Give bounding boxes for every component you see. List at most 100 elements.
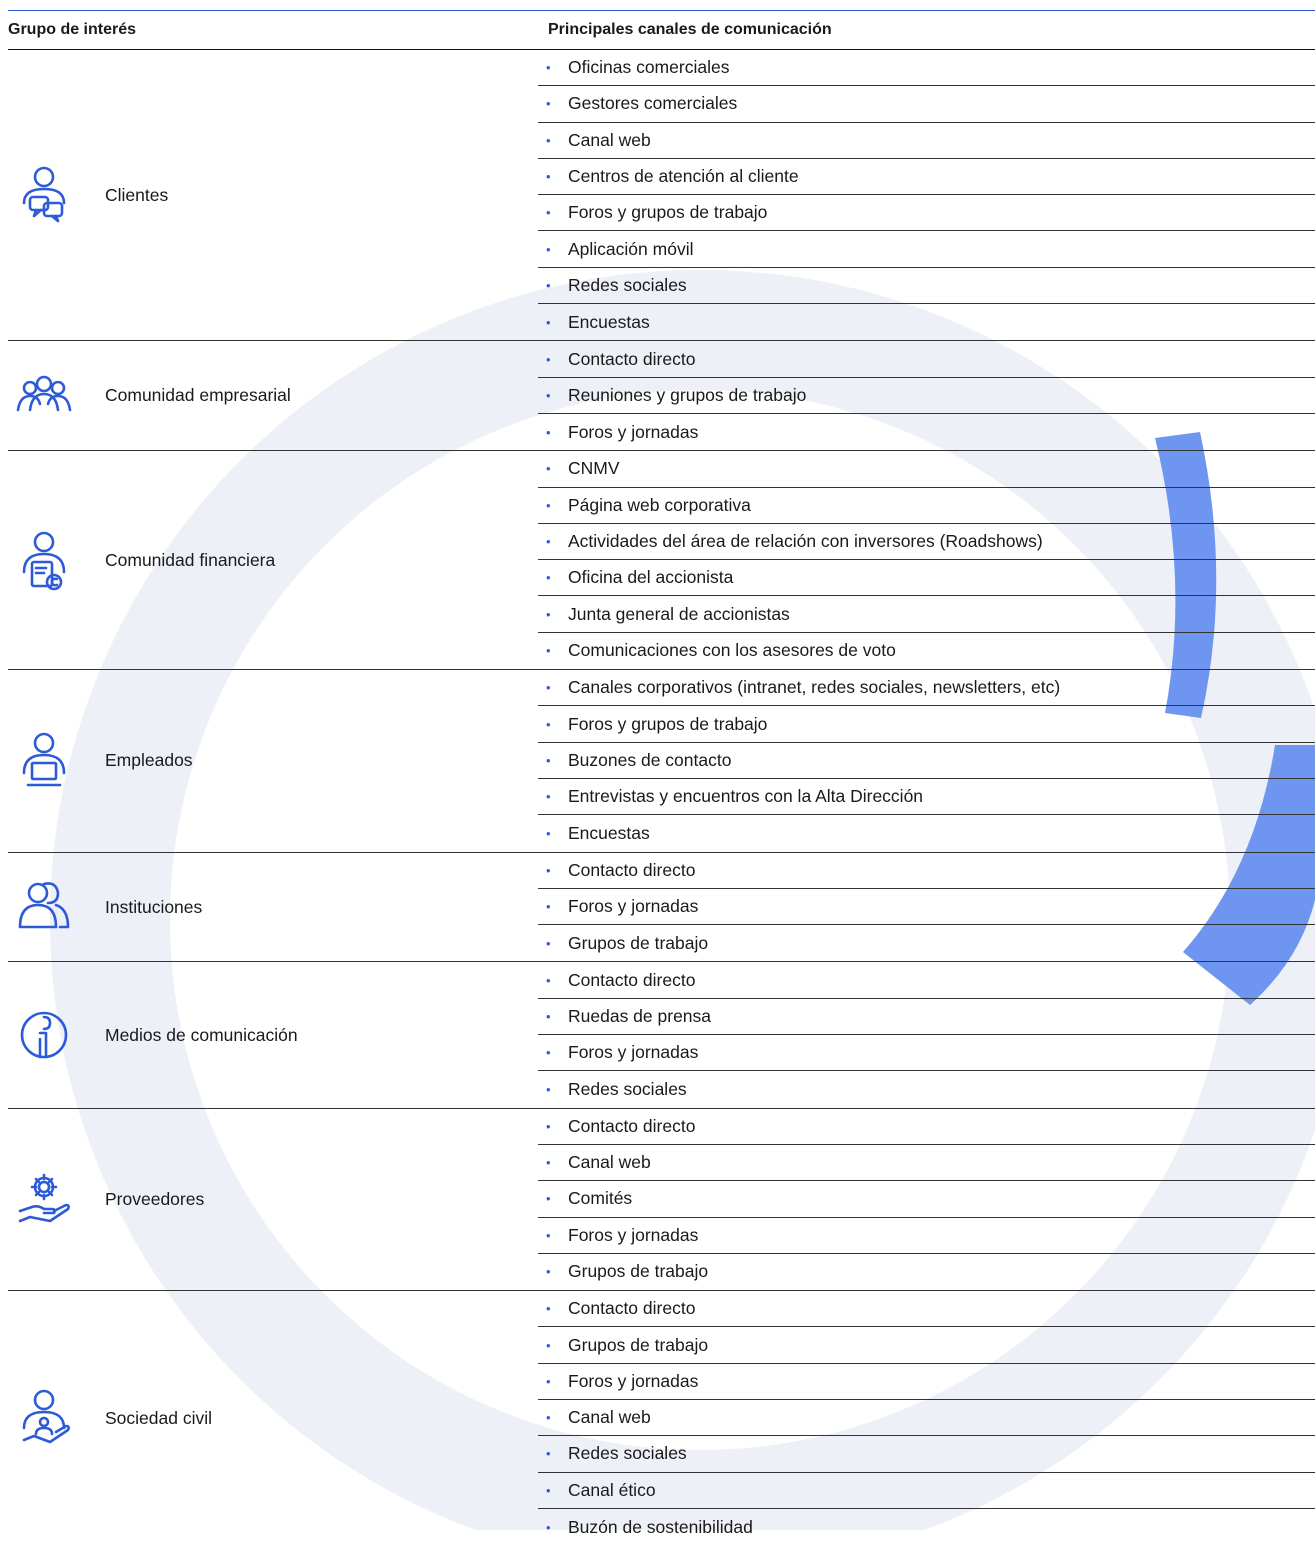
channel-item: • Canal web (538, 1145, 1315, 1182)
group-people-icon (16, 361, 72, 431)
channel-label: Oficinas comerciales (568, 57, 730, 78)
channel-label: Contacto directo (568, 1115, 696, 1136)
group-row: Comunidad empresarial • Contacto directo • R… (8, 341, 1315, 452)
channel-item: • Foros y grupos de trabajo (538, 706, 1315, 743)
bullet-icon: • (546, 1373, 551, 1389)
group-name: Medios de comunicación (105, 1024, 298, 1045)
channel-label: Contacto directo (568, 859, 696, 880)
gear-hand-icon (16, 1164, 72, 1234)
channel-list: • CNMV • Página web corporativa • Actividades… (538, 451, 1315, 669)
channel-item: • Canales corporativos (intranet, redes s… (538, 670, 1315, 707)
channel-item: • Oficina del accionista (538, 560, 1315, 597)
bullet-icon: • (546, 899, 551, 915)
channel-item: • Canal web (538, 1400, 1315, 1437)
two-people-icon (16, 872, 72, 942)
channel-item: • Redes sociales (538, 1436, 1315, 1473)
channel-item: • Comités (538, 1181, 1315, 1218)
channel-item: • Contacto directo (538, 1109, 1315, 1145)
channel-item: • Canal web (538, 123, 1315, 159)
bullet-icon: • (546, 716, 551, 732)
group-name: Comunidad empresarial (105, 385, 291, 406)
channel-item: • Página web corporativa (538, 488, 1315, 524)
bullet-icon: • (546, 1264, 551, 1280)
bullet-icon: • (546, 497, 551, 513)
group-row: Proveedores • Contacto directo • Canal web • C… (8, 1109, 1315, 1292)
channel-item: • Centros de atención al cliente (538, 159, 1315, 196)
stakeholder-table: Grupo de interés Principales canales de … (8, 0, 1315, 1545)
group-cell: Proveedores (8, 1109, 538, 1291)
channel-label: Ruedas de prensa (568, 1005, 712, 1026)
group-row: Comunidad financiera • CNMV • Página web cor… (8, 451, 1315, 671)
bullet-icon: • (546, 1410, 551, 1426)
person-finance-icon (16, 525, 72, 595)
bullet-icon: • (546, 277, 551, 293)
group-cell: Comunidad financiera (8, 451, 538, 669)
group-name: Comunidad financiera (105, 549, 276, 570)
channel-item: • Actividades del área de relación con in… (538, 524, 1315, 561)
bullet-icon: • (546, 1519, 551, 1535)
bullet-icon: • (546, 1301, 551, 1317)
channel-label: Canal web (568, 1152, 651, 1173)
channel-item: • Junta general de accionistas (538, 596, 1315, 633)
bullet-icon: • (546, 606, 551, 622)
group-cell: Empleados (8, 670, 538, 852)
group-row: Medios de comunicación • Contacto directo •… (8, 962, 1315, 1109)
channel-item: • Foros y jornadas (538, 414, 1315, 450)
channel-item: • Gestores comerciales (538, 86, 1315, 123)
bullet-icon: • (546, 643, 551, 659)
bullet-icon: • (546, 1191, 551, 1207)
groups-container: Clientes • Oficinas comerciales • Gestores c… (8, 50, 1315, 1545)
channel-item: • Ruedas de prensa (538, 999, 1315, 1036)
bullet-icon: • (546, 1045, 551, 1061)
channel-item: • Encuestas (538, 304, 1315, 340)
channel-label: Buzones de contacto (568, 749, 732, 770)
group-row: Clientes • Oficinas comerciales • Gestores c… (8, 50, 1315, 342)
person-hand-icon (16, 1383, 72, 1453)
channel-label: Aplicación móvil (568, 238, 694, 259)
bullet-icon: • (546, 862, 551, 878)
bullet-icon: • (546, 972, 551, 988)
channel-label: Grupos de trabajo (568, 932, 709, 953)
channel-item: • Canal ético (538, 1473, 1315, 1509)
group-name: Proveedores (105, 1188, 205, 1209)
channel-list: • Contacto directo • Foros y jornadas • Grupo… (538, 853, 1315, 962)
channel-label: Grupos de trabajo (568, 1261, 709, 1282)
bullet-icon: • (546, 752, 551, 768)
channel-label: Foros y jornadas (568, 1370, 699, 1391)
info-media-icon (16, 1000, 72, 1070)
group-name: Empleados (105, 750, 193, 771)
bullet-icon: • (546, 1082, 551, 1097)
channel-label: Canal web (568, 1407, 651, 1428)
channel-item: • Contacto directo (538, 853, 1315, 889)
channel-label: Gestores comerciales (568, 93, 738, 114)
channel-item: • Aplicación móvil (538, 231, 1315, 268)
channel-item: • Redes sociales (538, 268, 1315, 305)
group-cell: Sociedad civil (8, 1291, 538, 1545)
channel-label: Foros y jornadas (568, 896, 699, 917)
bullet-icon: • (546, 132, 551, 148)
channel-item: • Foros y jornadas (538, 1218, 1315, 1254)
bullet-icon: • (546, 461, 551, 477)
channel-item: • Foros y jornadas (538, 1035, 1315, 1072)
channel-item: • Oficinas comerciales (538, 50, 1315, 87)
person-chat-icon (16, 160, 72, 230)
channel-label: Redes sociales (568, 274, 687, 295)
channel-item: • Buzones de contacto (538, 743, 1315, 779)
channel-label: Actividades del área de relación con inv… (568, 531, 1043, 552)
channel-item: • Foros y jornadas (538, 889, 1315, 926)
channel-list: • Oficinas comerciales • Gestores comercial… (538, 50, 1315, 340)
bullet-icon: • (546, 387, 551, 403)
channel-item: • Entrevistas y encuentros con la Alta Di… (538, 779, 1315, 816)
channel-item: • Foros y jornadas (538, 1364, 1315, 1401)
channel-label: Reuniones y grupos de trabajo (568, 384, 807, 405)
group-cell: Medios de comunicación (8, 962, 538, 1107)
bullet-icon: • (546, 314, 551, 330)
person-laptop-icon (16, 726, 72, 796)
channel-item: • Contacto directo (538, 962, 1315, 999)
channel-item: • Grupos de trabajo (538, 925, 1315, 961)
channel-label: CNMV (568, 458, 620, 479)
bullet-icon: • (546, 205, 551, 221)
group-row: Empleados • Canales corporativos (intranet… (8, 670, 1315, 853)
channel-label: Foros y grupos de trabajo (568, 202, 768, 223)
channel-label: Foros y jornadas (568, 1042, 699, 1063)
